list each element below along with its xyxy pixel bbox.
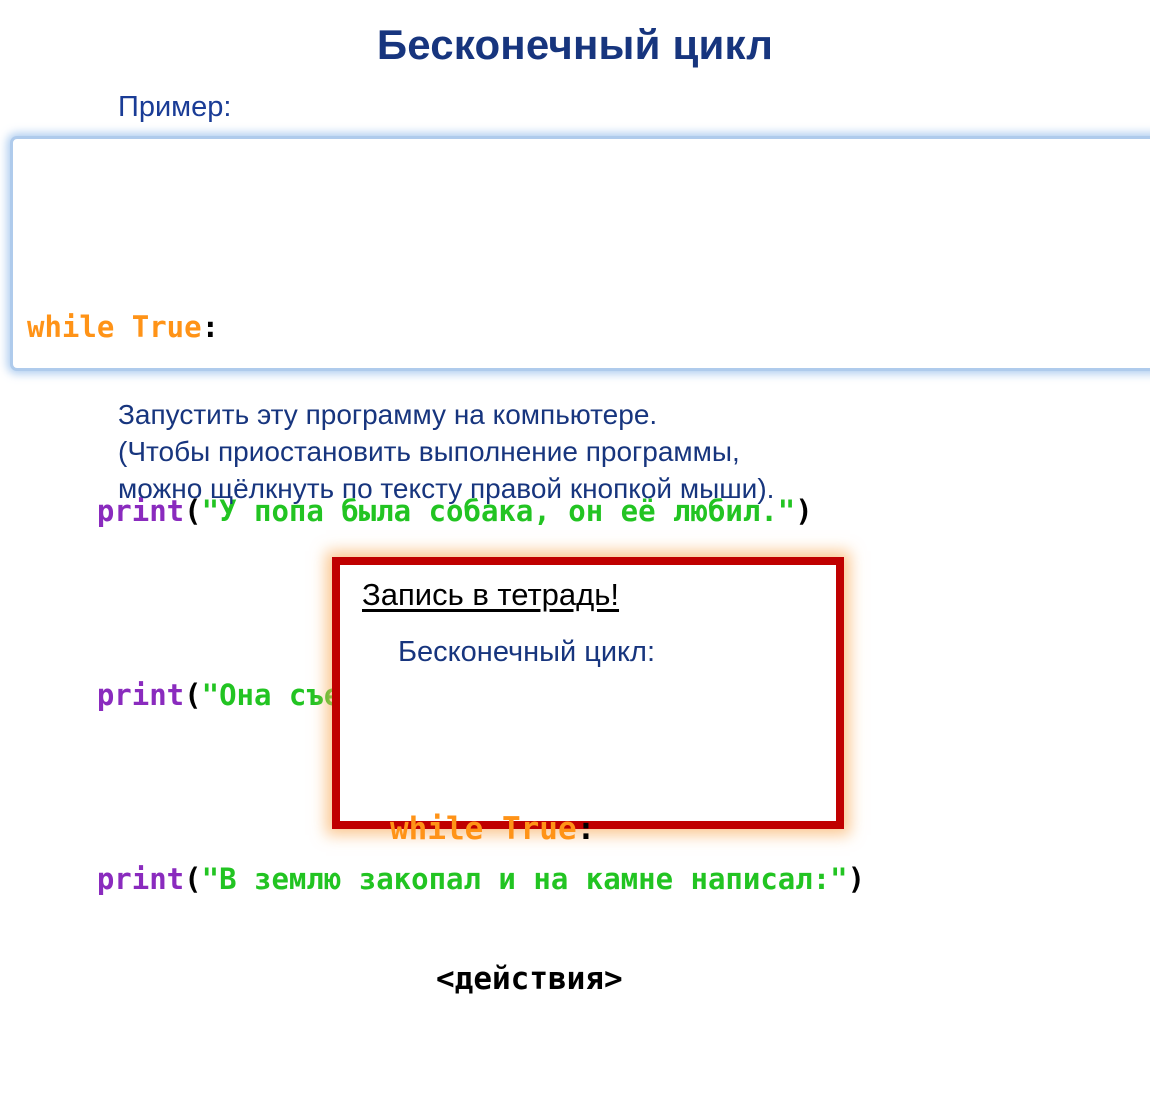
body-line-2: (Чтобы приостановить выполнение программ… bbox=[118, 436, 740, 467]
example-label: Пример: bbox=[118, 91, 232, 123]
code-keyword-while-true: while True bbox=[27, 310, 202, 344]
code-paren-close: ) bbox=[795, 494, 813, 528]
notebook-callout-box: Запись в тетрадь! Бесконечный цикл: whil… bbox=[332, 557, 844, 997]
code-colon: : bbox=[201, 310, 220, 344]
notebook-subtitle: Бесконечный цикл: bbox=[398, 636, 656, 668]
code-paren-open: ( bbox=[184, 678, 202, 712]
notebook-code-line-2: <действия> bbox=[390, 954, 623, 1004]
notebook-code-keyword-while-true: while True bbox=[390, 811, 577, 847]
notebook-code-line-1: while True: bbox=[390, 804, 623, 854]
notebook-code-colon: : bbox=[576, 811, 596, 847]
notebook-code-block: while True: <действия> bbox=[390, 704, 623, 1104]
notebook-heading: Запись в тетрадь! bbox=[362, 577, 620, 612]
code-paren-open: ( bbox=[184, 862, 202, 896]
body-line-1: Запустить эту программу на компьютере. bbox=[118, 399, 658, 430]
page-title: Бесконечный цикл bbox=[376, 21, 774, 68]
notebook-code-action: <действия> bbox=[436, 961, 623, 997]
body-paragraph: Запустить эту программу на компьютере. (… bbox=[118, 396, 774, 507]
body-line-3: можно щёлкнуть по тексту правой кнопкой … bbox=[118, 473, 775, 504]
code-function-print: print bbox=[96, 678, 185, 712]
code-function-print: print bbox=[96, 862, 185, 896]
code-paren-close: ) bbox=[847, 862, 866, 896]
code-panel: while True: print("У попа была собака, о… bbox=[10, 136, 1150, 896]
code-line-1: while True: bbox=[27, 304, 865, 350]
